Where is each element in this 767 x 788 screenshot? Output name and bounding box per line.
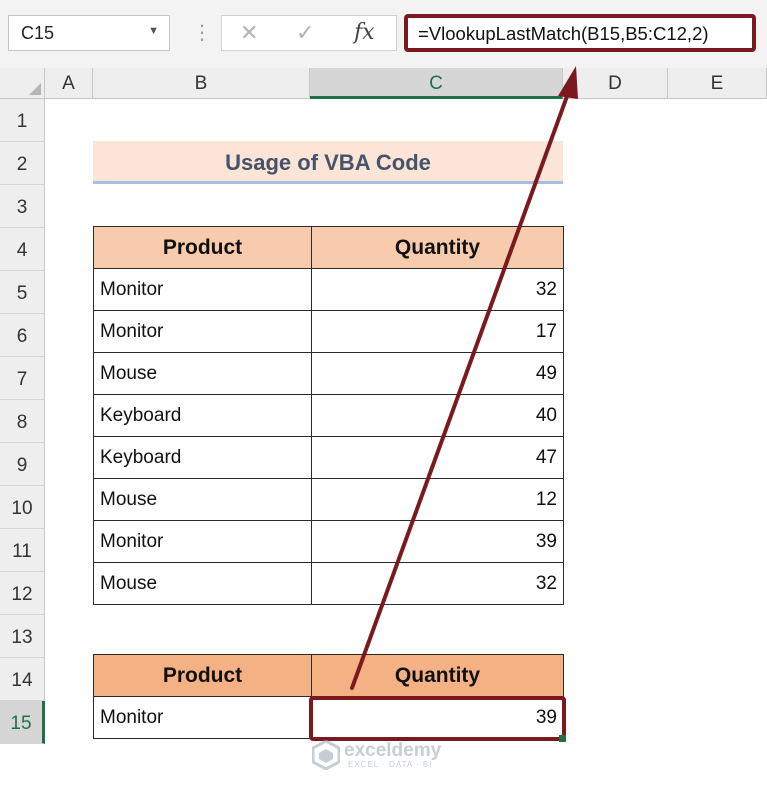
- arrow-shaft: [350, 86, 572, 690]
- arrow-head-icon: [558, 66, 578, 99]
- annotation-arrow: [350, 66, 578, 690]
